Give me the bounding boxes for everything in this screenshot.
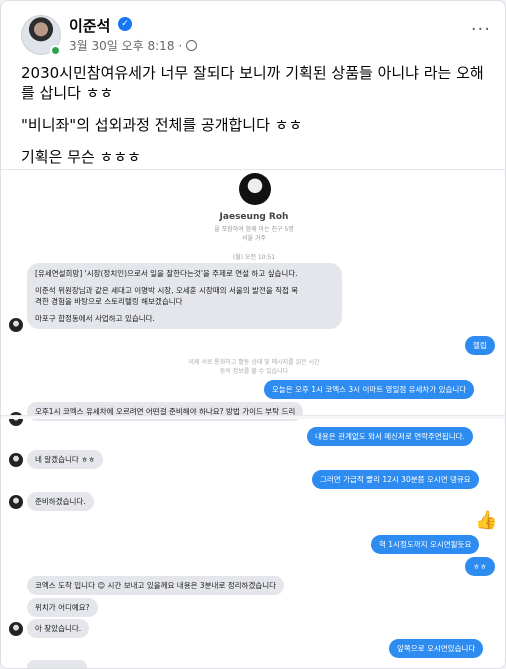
chat-message-out: 내용은 관계없도 와서 메신저로 연락주면됩니다. xyxy=(307,427,473,446)
chat-profile-picture xyxy=(239,173,271,205)
post-line-1: 2030시민참여유세가 너무 잘되다 보니까 기획된 상품들 아니냐 라는 오해… xyxy=(21,64,484,102)
facebook-post: 이준석 ✓ 3월 30일 오후 8:18 · ··· 2030시민참여유세가 너… xyxy=(0,0,506,669)
chat-profile-name: Jaeseung Roh xyxy=(219,212,289,222)
chat-message-out: ㅎㅎ xyxy=(465,557,495,576)
chat-profile-location: 서울 거주 xyxy=(242,235,266,242)
chat-message-in: [유세연설희망] '시장(정치인)으로서 일을 잘한다는것'을 주제로 연설 하… xyxy=(27,263,342,329)
sender-avatar xyxy=(9,622,23,636)
chat-message-in: 위치가 어디예요? xyxy=(27,598,98,617)
screenshot-seam xyxy=(1,415,505,419)
chat-screenshot-image[interactable]: Jaeseung Roh 을 포함하여 함께 아는 친구 5명 서울 거주 (월… xyxy=(1,169,505,668)
author-name[interactable]: 이준석 xyxy=(69,15,110,36)
chat-message-in: 아 찾았습니다. xyxy=(27,619,90,638)
message-text: 이준석 위원장님과 같은 세대고 이명박 시장, 오세훈 시장때의 서울의 발전… xyxy=(35,286,299,295)
chat-message-in: 네 알겠습니다 ㅎㅎ xyxy=(27,450,103,469)
post-line-2: "비니좌"의 섭외과정 전체를 공개합니다 ㅎㅎ xyxy=(21,116,303,134)
thumbs-up-icon: 👍 xyxy=(475,510,498,531)
post-meta: 3월 30일 오후 8:18 · xyxy=(69,37,198,54)
verified-badge-icon: ✓ xyxy=(118,17,132,31)
chat-message-out: 혁 1시정도까지 오시면될듯요 xyxy=(371,535,480,554)
post-header: 이준석 ✓ 3월 30일 오후 8:18 · ··· xyxy=(21,13,491,57)
chat-message-out: 헬립 xyxy=(465,336,495,355)
sender-avatar xyxy=(9,318,23,332)
sender-avatar xyxy=(9,453,23,467)
chat-message-out: 앞쪽으로 오시면있습니다 xyxy=(389,639,484,658)
chat-profile-mutual: 을 포함하여 함께 아는 친구 5명 xyxy=(214,226,294,233)
chat-timestamp: (월) 오전 10:51 xyxy=(232,254,276,261)
more-options-button[interactable]: ··· xyxy=(471,19,491,40)
message-text: 격한 경험을 바탕으로 스토리텔링 해보겠습니다 xyxy=(35,297,183,306)
message-text: [유세연설희망] '시장(정치인)으로서 일을 잘한다는것'을 주제로 연설 하… xyxy=(35,269,298,278)
chat-message-out: 오늘은 오후 1시 코엑스 3시 이마트 영일점 유세차가 있습니다 xyxy=(264,380,475,399)
chat-message-in-partial xyxy=(27,660,87,668)
meta-separator: · xyxy=(178,38,183,53)
system-notice-line: 이제 서로 통화하고 활동 상태 및 메시지를 읽은 시간 xyxy=(188,359,320,366)
post-date[interactable]: 3월 30일 오후 8:18 xyxy=(69,37,174,54)
chat-message-in: 코엑스 도착 입니다 😊 시간 보내고 있을께요 내용은 3분내로 정리하겠습니… xyxy=(27,576,285,595)
sender-avatar xyxy=(9,495,23,509)
chat-message-in: 준비하겠습니다. xyxy=(27,492,94,511)
chat-message-out: 그러면 가급적 빨리 12시 30분쯤 오시면 댕큐요 xyxy=(312,470,479,489)
post-line-3: 기획은 무슨 ㅎㅎㅎ xyxy=(21,148,141,166)
online-status-dot xyxy=(50,45,61,56)
message-text: 마포구 합정동에서 사업하고 있습니다. xyxy=(35,314,155,323)
globe-icon[interactable] xyxy=(186,40,198,51)
system-notice-line: 등의 정보를 볼 수 있습니다 xyxy=(219,368,289,375)
post-text: 2030시민참여유세가 너무 잘되다 보니까 기획된 상품들 아니냐 라는 오해… xyxy=(21,63,491,179)
